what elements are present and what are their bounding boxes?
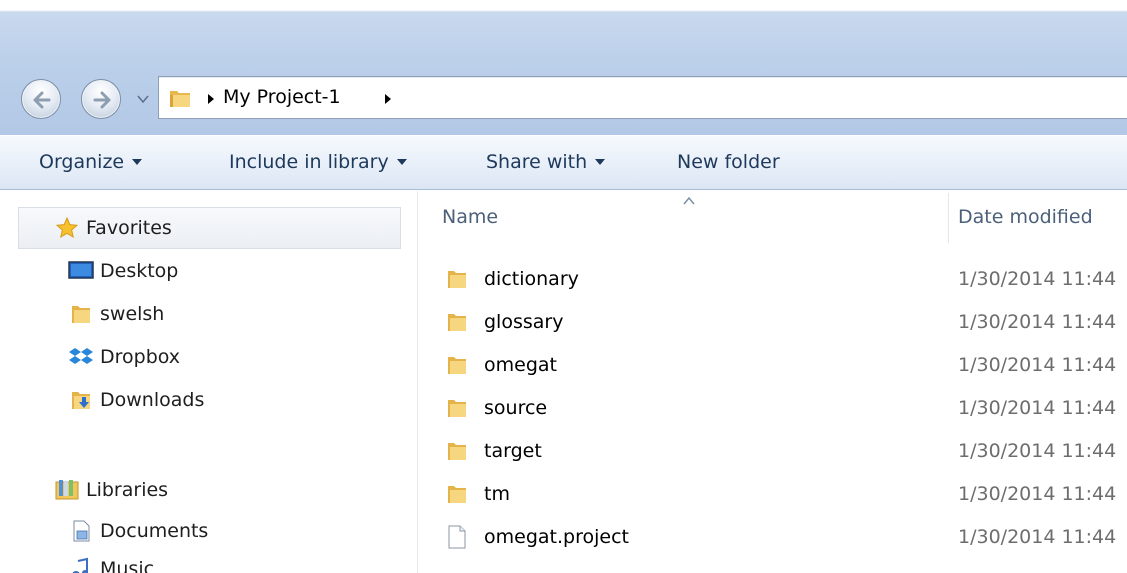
folder-icon bbox=[442, 265, 472, 293]
forward-button[interactable] bbox=[81, 79, 121, 119]
nav-item-downloads[interactable]: Downloads bbox=[68, 387, 204, 413]
folder-icon bbox=[442, 394, 472, 422]
star-icon bbox=[54, 215, 80, 241]
chevron-down-icon bbox=[132, 159, 143, 165]
sort-ascending-icon bbox=[683, 196, 695, 205]
include-in-library-label: Include in library bbox=[229, 151, 389, 173]
share-with-button[interactable]: Share with bbox=[486, 149, 606, 175]
breadcrumb-separator-icon[interactable] bbox=[383, 93, 393, 105]
folder-icon bbox=[170, 91, 190, 107]
column-header-name[interactable]: Name bbox=[442, 206, 498, 228]
file-date: 1/30/2014 11:44 bbox=[958, 440, 1117, 462]
file-date: 1/30/2014 11:44 bbox=[958, 483, 1117, 505]
nav-item-swelsh[interactable]: swelsh bbox=[68, 301, 164, 327]
file-name: tm bbox=[484, 483, 510, 505]
nav-label-libraries: Libraries bbox=[86, 479, 169, 501]
desktop-icon bbox=[68, 258, 94, 284]
file-date: 1/30/2014 11:44 bbox=[958, 354, 1117, 376]
command-bar: Organize Include in library Share with N… bbox=[0, 135, 1127, 190]
documents-icon bbox=[68, 518, 94, 544]
folder-icon bbox=[442, 480, 472, 508]
file-row-omegat-project[interactable]: omegat.project 1/30/2014 11:44 bbox=[442, 517, 1127, 557]
recent-pages-dropdown-icon[interactable] bbox=[136, 93, 150, 105]
chevron-down-icon bbox=[396, 159, 407, 165]
file-date: 1/30/2014 11:44 bbox=[958, 311, 1117, 333]
nav-label-favorites: Favorites bbox=[86, 217, 172, 239]
folder-icon bbox=[68, 301, 94, 327]
music-icon bbox=[68, 556, 94, 573]
folder-icon bbox=[442, 351, 472, 379]
file-row-target[interactable]: target 1/30/2014 11:44 bbox=[442, 431, 1127, 471]
nav-item-libraries[interactable]: Libraries bbox=[54, 477, 168, 503]
nav-label-desktop: Desktop bbox=[100, 260, 179, 282]
file-name: source bbox=[484, 397, 548, 419]
include-in-library-button[interactable]: Include in library bbox=[229, 149, 407, 175]
folder-icon bbox=[442, 308, 472, 336]
column-header-date-modified[interactable]: Date modified bbox=[958, 206, 1093, 228]
column-divider[interactable] bbox=[948, 193, 949, 243]
folder-icon bbox=[442, 437, 472, 465]
nav-label-swelsh: swelsh bbox=[100, 303, 165, 325]
file-name: glossary bbox=[484, 311, 564, 333]
chevron-down-icon bbox=[595, 159, 606, 165]
nav-item-music[interactable]: Music bbox=[68, 556, 154, 573]
breadcrumb-separator-icon[interactable] bbox=[206, 93, 216, 105]
file-row-dictionary[interactable]: dictionary 1/30/2014 11:44 bbox=[442, 259, 1127, 299]
nav-item-favorites[interactable]: Favorites bbox=[54, 215, 172, 241]
file-date: 1/30/2014 11:44 bbox=[958, 268, 1117, 290]
breadcrumb-my-project[interactable]: My Project-1 bbox=[223, 86, 341, 108]
file-name: dictionary bbox=[484, 268, 579, 290]
share-with-label: Share with bbox=[486, 151, 588, 173]
nav-item-documents[interactable]: Documents bbox=[68, 518, 208, 544]
libraries-icon bbox=[54, 477, 80, 503]
nav-label-downloads: Downloads bbox=[100, 389, 205, 411]
file-date: 1/30/2014 11:44 bbox=[958, 526, 1117, 548]
organize-button[interactable]: Organize bbox=[39, 149, 143, 175]
dropbox-icon bbox=[68, 344, 94, 370]
file-date: 1/30/2014 11:44 bbox=[958, 397, 1117, 419]
file-row-tm[interactable]: tm 1/30/2014 11:44 bbox=[442, 474, 1127, 514]
nav-item-dropbox[interactable]: Dropbox bbox=[68, 344, 180, 370]
file-name: omegat.project bbox=[484, 526, 629, 548]
downloads-icon bbox=[68, 387, 94, 413]
nav-label-dropbox: Dropbox bbox=[100, 346, 181, 368]
file-icon bbox=[442, 523, 472, 551]
file-row-source[interactable]: source 1/30/2014 11:44 bbox=[442, 388, 1127, 428]
nav-item-desktop[interactable]: Desktop bbox=[68, 258, 178, 284]
file-row-glossary[interactable]: glossary 1/30/2014 11:44 bbox=[442, 302, 1127, 342]
nav-label-music: Music bbox=[100, 558, 155, 573]
new-folder-label: New folder bbox=[677, 151, 780, 173]
forward-arrow-icon bbox=[93, 91, 111, 109]
nav-label-documents: Documents bbox=[100, 520, 209, 542]
file-row-omegat[interactable]: omegat 1/30/2014 11:44 bbox=[442, 345, 1127, 385]
file-name: omegat bbox=[484, 354, 557, 376]
organize-label: Organize bbox=[39, 151, 125, 173]
back-button[interactable] bbox=[21, 79, 61, 119]
address-bar[interactable]: My Project-1 bbox=[158, 76, 1127, 119]
file-name: target bbox=[484, 440, 542, 462]
back-arrow-icon bbox=[33, 91, 51, 109]
new-folder-button[interactable]: New folder bbox=[677, 149, 780, 175]
